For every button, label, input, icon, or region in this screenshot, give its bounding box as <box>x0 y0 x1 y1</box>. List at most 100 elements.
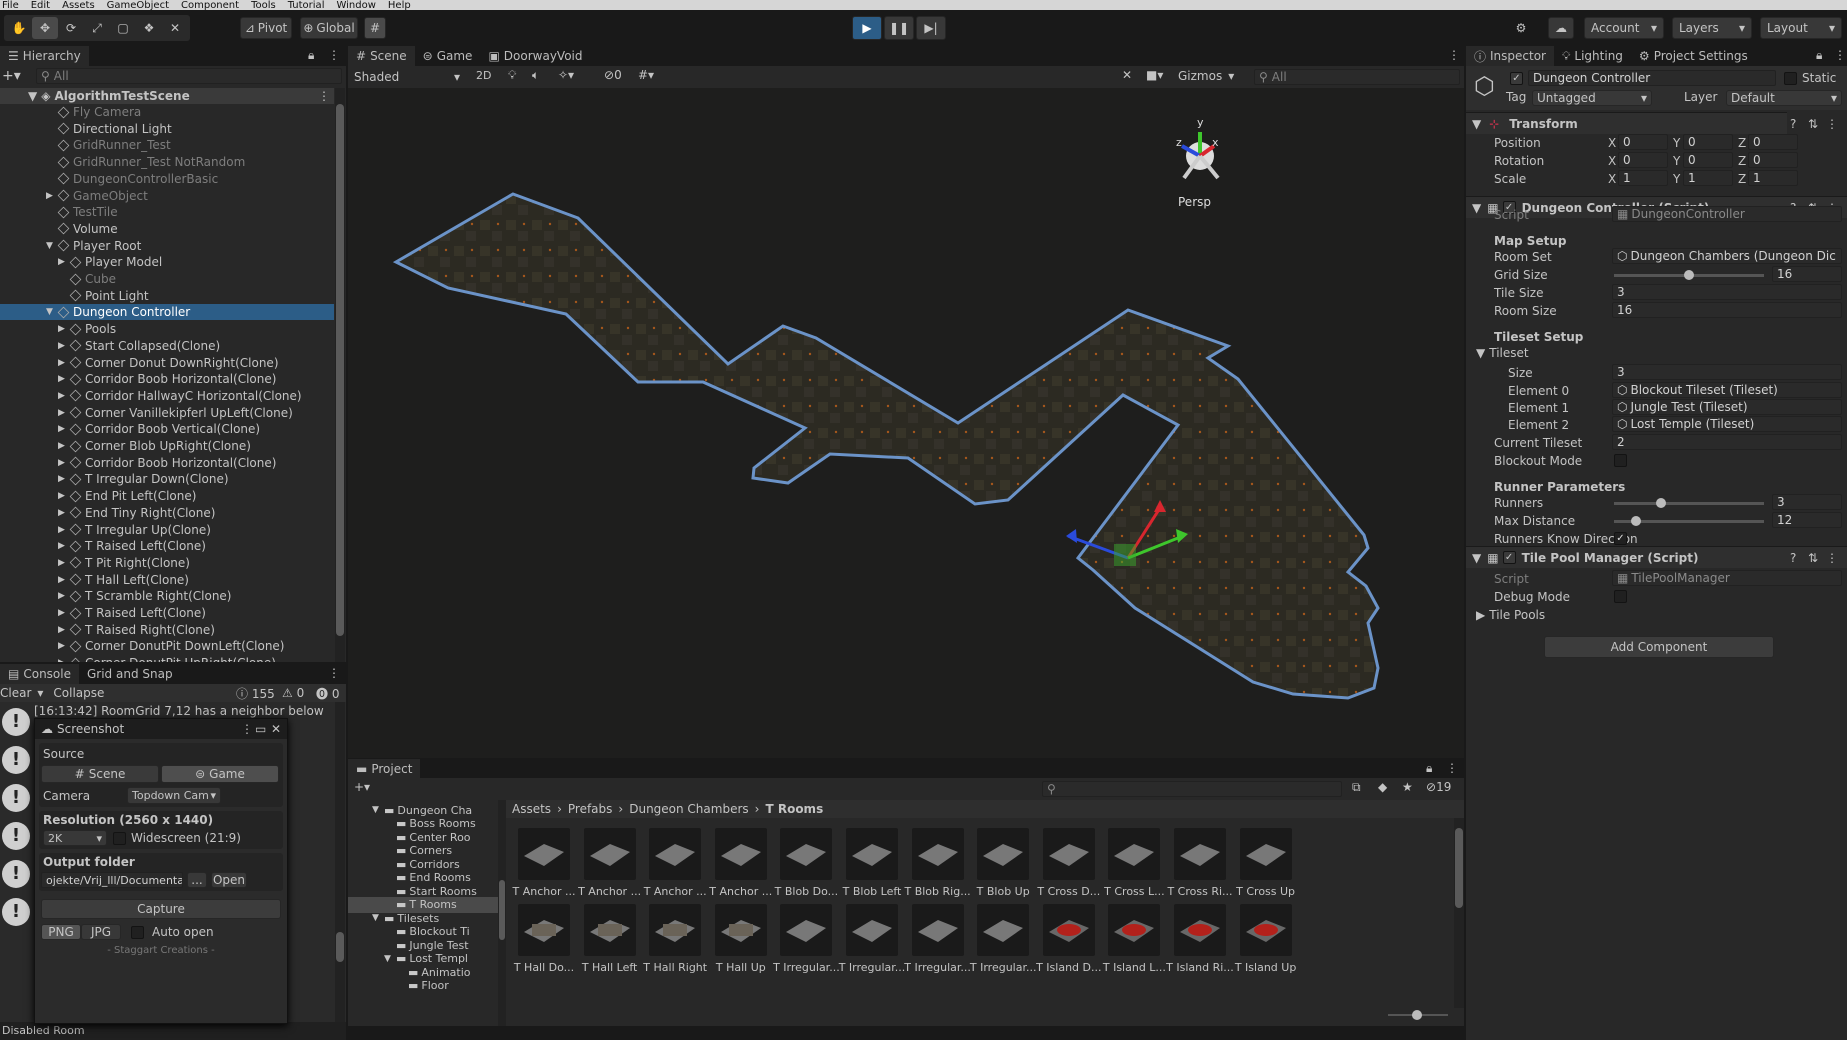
breadcrumb-t-rooms[interactable]: T Rooms <box>765 802 823 816</box>
source-scene-button[interactable]: # Scene <box>41 765 159 783</box>
move-tool-icon[interactable]: ✥ <box>32 17 58 39</box>
scale-z-input[interactable]: 1 <box>1748 170 1798 186</box>
collapse-button[interactable]: Collapse <box>53 686 104 700</box>
menu-component[interactable]: Component <box>181 0 239 10</box>
hidden-packages-icon[interactable]: ⊘19 <box>1426 780 1451 794</box>
rect-tool-icon[interactable]: ▢ <box>110 17 136 39</box>
rotation-z-input[interactable]: 0 <box>1748 152 1798 168</box>
step-button[interactable]: ▶| <box>916 16 946 40</box>
hierarchy-item[interactable]: DungeonControllerBasic <box>0 171 334 187</box>
collapse-arrow-icon[interactable]: ▶ <box>58 575 70 585</box>
grid-snap-icon[interactable]: # <box>364 17 386 39</box>
lock-icon[interactable]: 🔒︎ <box>308 48 314 63</box>
hierarchy-item[interactable]: ▶ End Pit Left(Clone) <box>0 488 334 504</box>
room-size-input[interactable]: 16 <box>1612 302 1842 318</box>
max-distance-input[interactable]: 12 <box>1772 512 1842 528</box>
clear-button[interactable]: Clear <box>0 686 31 700</box>
menu-tools[interactable]: Tools <box>251 0 276 10</box>
max-distance-slider[interactable] <box>1614 516 1764 526</box>
prefab-thumbnail[interactable] <box>583 828 636 880</box>
tab-lighting[interactable]: 💡︎ Lighting <box>1554 46 1631 66</box>
zoom-slider[interactable] <box>1388 1010 1448 1020</box>
pivot-toggle[interactable]: ⊿ Pivot <box>240 17 292 39</box>
menu-tutorial[interactable]: Tutorial <box>288 0 325 10</box>
presets-icon[interactable]: ⇅ <box>1808 117 1818 131</box>
kebab-menu-icon[interactable]: ⋮ <box>328 48 340 62</box>
menu-gameobject[interactable]: GameObject <box>107 0 169 10</box>
scene-search-input[interactable]: ⚲ All <box>1254 69 1460 85</box>
add-component-button[interactable]: Add Component <box>1544 636 1774 658</box>
room-set-field[interactable]: ⬡ Dungeon Chambers (Dungeon Dic <box>1612 248 1842 264</box>
prefab-thumbnail[interactable] <box>518 904 570 956</box>
slider-thumb[interactable] <box>1684 270 1694 280</box>
current-tileset-input[interactable]: 2 <box>1612 434 1842 450</box>
rotation-y-input[interactable]: 0 <box>1683 152 1733 168</box>
prefab-thumbnail[interactable] <box>1239 828 1292 880</box>
hierarchy-item[interactable]: Fly Camera <box>0 104 334 120</box>
tab-console[interactable]: ▤ Console <box>0 664 79 684</box>
prefab-thumbnail[interactable] <box>1239 904 1292 956</box>
hierarchy-item[interactable]: GridRunner_Test <box>0 137 334 153</box>
log-message[interactable]: [16:13:42] RoomGrid 7,12 has a neighbor … <box>34 704 324 718</box>
help-icon[interactable]: ? <box>1790 117 1796 131</box>
collapse-arrow-icon[interactable]: ▶ <box>46 191 58 201</box>
tileset-size-input[interactable]: 3 <box>1612 364 1842 380</box>
tab-doorwayvoid[interactable]: ▣ DoorwayVoid <box>480 46 590 66</box>
global-toggle[interactable]: ⊕ Global <box>300 17 358 39</box>
hierarchy-item[interactable]: ▶ Corridor Boob Vertical(Clone) <box>0 421 334 437</box>
error-count-toggle[interactable]: ⓿ 0 <box>316 685 339 702</box>
breadcrumb-assets[interactable]: Assets <box>512 802 551 816</box>
filter-type-icon[interactable]: ⧉ <box>1352 780 1361 795</box>
prefab-thumbnail[interactable] <box>977 904 1030 956</box>
chevron-down-icon[interactable]: ▾ <box>37 686 43 700</box>
jpg-toggle[interactable]: JPG <box>81 924 121 940</box>
collapse-arrow-icon[interactable]: ▶ <box>58 625 70 635</box>
collapse-arrow-icon[interactable]: ▶ <box>58 341 70 351</box>
kebab-menu-icon[interactable]: ⋮ <box>1826 551 1838 565</box>
info-count-toggle[interactable]: ⓘ 155 <box>236 685 275 702</box>
scale-tool-icon[interactable]: ⤢ <box>84 17 110 39</box>
prefab-thumbnail[interactable] <box>846 904 898 956</box>
hierarchy-item[interactable]: ▶ Pools <box>0 321 334 337</box>
collapse-arrow-icon[interactable]: ▶ <box>58 358 70 368</box>
lock-icon[interactable]: 🔒︎ <box>1816 48 1822 63</box>
collapse-arrow-icon[interactable]: ▶ <box>58 458 70 468</box>
auto-open-checkbox[interactable] <box>131 925 144 939</box>
tree-scrollbar[interactable] <box>498 800 506 1026</box>
axis-z-label[interactable]: Z <box>1738 154 1746 168</box>
prefab-thumbnail[interactable] <box>1174 828 1226 880</box>
hierarchy-item[interactable]: ▶ Corridor Boob Horizontal(Clone) <box>0 371 334 387</box>
axis-x-label[interactable]: X <box>1608 136 1616 150</box>
close-icon[interactable]: ✕ <box>271 722 281 736</box>
collapse-arrow-icon[interactable]: ▶ <box>58 558 70 568</box>
tileset-foldout[interactable]: ▼ Tileset <box>1476 346 1529 360</box>
breadcrumb-prefabs[interactable]: Prefabs <box>568 802 613 816</box>
add-icon[interactable]: +▾ <box>2 68 21 84</box>
hierarchy-item[interactable]: ▶ T Pit Right(Clone) <box>0 555 334 571</box>
scroll-thumb[interactable] <box>1455 828 1463 908</box>
hand-tool-icon[interactable]: ✋ <box>6 17 32 39</box>
transform-tool-icon[interactable]: ❖ <box>136 17 162 39</box>
debug-mode-checkbox[interactable] <box>1614 590 1627 603</box>
collapse-arrow-icon[interactable]: ▶ <box>58 324 70 334</box>
element-field[interactable]: ⬡ Jungle Test (Tileset) <box>1612 399 1842 415</box>
expand-arrow-icon[interactable]: ▼ <box>46 241 58 251</box>
collapse-arrow-icon[interactable]: ▶ <box>58 541 70 551</box>
script-field[interactable]: ▦ TilePoolManager <box>1612 570 1842 586</box>
position-y-input[interactable]: 0 <box>1683 134 1733 150</box>
scroll-thumb[interactable] <box>336 104 344 636</box>
prefab-thumbnail[interactable] <box>649 828 702 880</box>
prefab-thumbnail[interactable] <box>583 904 636 956</box>
services-icon[interactable]: ⚙ <box>1508 17 1534 39</box>
prefab-thumbnail[interactable] <box>518 828 570 880</box>
expand-arrow-icon[interactable]: ▼ <box>372 913 384 923</box>
widescreen-checkbox[interactable] <box>113 832 126 845</box>
hierarchy-item[interactable]: ▶ Corner Donut DownRight(Clone) <box>0 355 334 371</box>
tile-size-input[interactable]: 3 <box>1612 284 1842 300</box>
grid-size-input[interactable]: 16 <box>1772 266 1842 282</box>
hierarchy-item[interactable]: ▶ Corridor Boob Horizontal(Clone) <box>0 455 334 471</box>
prefab-thumbnail[interactable] <box>780 904 833 956</box>
hierarchy-item[interactable]: ▶ T Irregular Down(Clone) <box>0 471 334 487</box>
tag-dropdown[interactable]: Untagged ▾ <box>1532 90 1652 106</box>
scale-x-input[interactable]: 1 <box>1618 170 1668 186</box>
